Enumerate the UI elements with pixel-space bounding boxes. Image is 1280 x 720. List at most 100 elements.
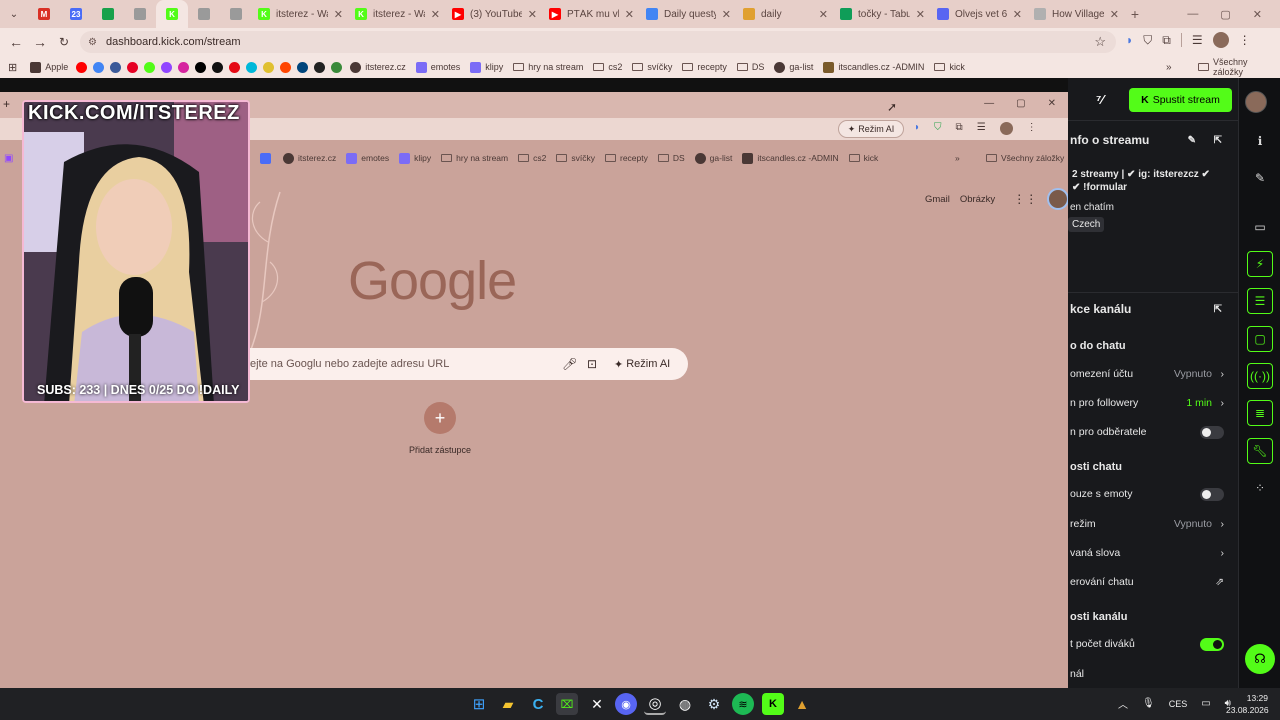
forward-button[interactable]: → [28,30,52,54]
minimize-icon[interactable]: — [1187,8,1198,20]
bookmark-item[interactable]: DS [732,62,770,72]
clock[interactable]: 13:29 23.08.2026 [1226,692,1269,716]
bookmarks-overflow-icon[interactable]: » [1166,62,1172,73]
media-controls-icon[interactable]: ☰ [1192,33,1203,47]
profile-avatar-kick[interactable] [1245,91,1267,113]
bookmark-item[interactable] [90,61,107,73]
bookmark-item[interactable] [277,61,294,73]
tab-close-icon[interactable]: ✕ [625,8,634,21]
bookmark-item[interactable] [260,61,277,73]
browser-tab[interactable]: daily ✕ [737,0,834,28]
toggle-switch[interactable] [1200,637,1224,651]
bookmark-item[interactable] [328,61,345,73]
wrench-icon[interactable]: 🔧︎ [1247,438,1273,464]
bookmark-item[interactable]: ga-list [769,61,818,73]
apps-grid-icon[interactable]: ⊞ [0,61,25,74]
bookmark-item[interactable]: kick [929,62,970,72]
site-info-icon[interactable]: ⚙ [88,37,97,48]
tab-close-icon[interactable]: ✕ [1013,8,1022,21]
bookmark-item[interactable] [141,61,158,73]
browser-tab[interactable]: M [28,0,60,28]
reload-button[interactable]: ↻ [52,30,76,54]
capcut-icon[interactable]: ✕ [586,693,608,715]
tab-close-icon[interactable]: ✕ [819,8,828,21]
browser-tab[interactable]: ▶ (3) YouTube ✕ [446,0,543,28]
bookmark-item[interactable] [158,61,175,73]
browser-tab[interactable]: točky - Tabulk... ✕ [834,0,931,28]
bookmark-item[interactable]: recepty [677,62,732,72]
lightning-icon[interactable]: ⚡︎ [1247,251,1273,277]
bookmark-item[interactable] [209,61,226,73]
ccleaner-icon[interactable]: C [527,693,549,715]
menu-icon[interactable]: ⋮ [1239,33,1251,47]
extension-icon[interactable]: ◗ [1126,33,1133,47]
bookmark-item[interactable] [175,61,192,73]
tray-overflow-icon[interactable]: ︿ [1118,696,1128,711]
chat-icon[interactable]: ▢ [1247,326,1273,352]
toggle-switch[interactable] [1200,425,1224,439]
toggle-switch[interactable] [1200,487,1224,501]
broadcast-icon[interactable]: ((·)) [1247,363,1273,389]
chat-setting-row[interactable]: nál [1068,663,1238,685]
popout-icon[interactable]: ⇱ [1214,135,1222,146]
bookmark-item[interactable]: itscandles.cz -ADMIN [818,61,929,73]
tab-close-icon[interactable]: ✕ [916,8,925,21]
kick-studio-icon[interactable]: ⌧ [556,693,578,715]
tab-close-icon[interactable]: ✕ [431,8,440,21]
chat-setting-row[interactable]: vaná slova › [1068,542,1238,564]
browser-tab[interactable]: Kitsterez - Wat... ✕ [252,0,349,28]
windows-start-icon[interactable]: ⊞ [468,693,490,715]
bookmark-item[interactable] [311,61,328,73]
pencil-icon[interactable]: ✎ [1247,165,1273,191]
tab-search-icon[interactable]: ⌄ [0,2,28,26]
discord-icon[interactable]: ◉ [615,693,637,715]
browser-tab[interactable]: Olvejs vet 6.7 ✕ [931,0,1028,28]
bookmark-item[interactable] [124,61,141,73]
tab-close-icon[interactable]: ✕ [722,8,731,21]
extensions-puzzle-icon[interactable]: ⧉ [1162,33,1171,48]
browser-tab[interactable]: How Villagers... ✕ [1028,0,1125,28]
browser-tab[interactable] [188,0,220,28]
drive-icon[interactable]: ▲ [791,693,813,715]
bookmark-item[interactable] [73,61,90,73]
obs-icon[interactable]: ◍ [674,693,696,715]
bookmark-item[interactable]: Apple [25,61,73,73]
bookmark-item[interactable] [294,61,311,73]
steam-icon[interactable]: ⚙ [703,693,725,715]
bookmark-item[interactable] [243,61,260,73]
chat-setting-row[interactable]: t počet diváků [1068,633,1238,655]
bookmark-item[interactable]: itsterez.cz [345,61,411,73]
spotify-icon[interactable]: ≋ [732,693,754,715]
bookmark-item[interactable]: cs2 [588,62,627,72]
chat-setting-row[interactable]: ouze s emoty [1068,483,1238,505]
video-icon[interactable]: ▭ [1247,214,1273,240]
file-explorer-icon[interactable]: ▰ [497,693,519,715]
browser-tab[interactable]: K [156,0,188,28]
browser-tab[interactable]: 23 [60,0,92,28]
browser-tab[interactable]: ▶ PTÁK mu vleti... ✕ [543,0,640,28]
layers-icon[interactable]: ≣ [1247,400,1273,426]
chat-setting-row[interactable]: n pro odběratele [1068,421,1238,443]
kick-logo-icon[interactable]: ⁷⁄ [1096,92,1104,107]
tab-close-icon[interactable]: ✕ [1110,8,1119,21]
browser-tab[interactable]: Daily questy - ✕ [640,0,737,28]
back-button[interactable]: ← [4,30,28,54]
edit-icon[interactable]: ✎ [1188,135,1196,146]
chat-setting-row[interactable]: n pro followery 1 min › [1068,392,1238,414]
microphone-icon[interactable]: 🎙︎ [1142,698,1155,709]
kick-app-icon[interactable]: K [762,693,784,715]
go-live-button[interactable]: K Spustit stream [1129,88,1232,112]
bookmark-item[interactable]: hry na stream [508,62,588,72]
bookmark-item[interactable]: svíčky [627,62,677,72]
bookmark-star-icon[interactable]: ☆ [1094,34,1106,50]
chrome-icon[interactable]: ◎ [644,693,666,715]
browser-tab[interactable] [124,0,156,28]
list-icon[interactable]: ☰ [1247,288,1273,314]
bookmark-item[interactable] [192,61,209,73]
bookmark-item[interactable]: klipy [465,61,508,73]
new-tab-button[interactable]: + [1125,6,1145,22]
browser-tab[interactable] [220,0,252,28]
support-button[interactable]: ☊ [1245,644,1275,674]
tab-close-icon[interactable]: ✕ [334,8,343,21]
shield-icon[interactable]: ⛉ [1143,33,1152,48]
